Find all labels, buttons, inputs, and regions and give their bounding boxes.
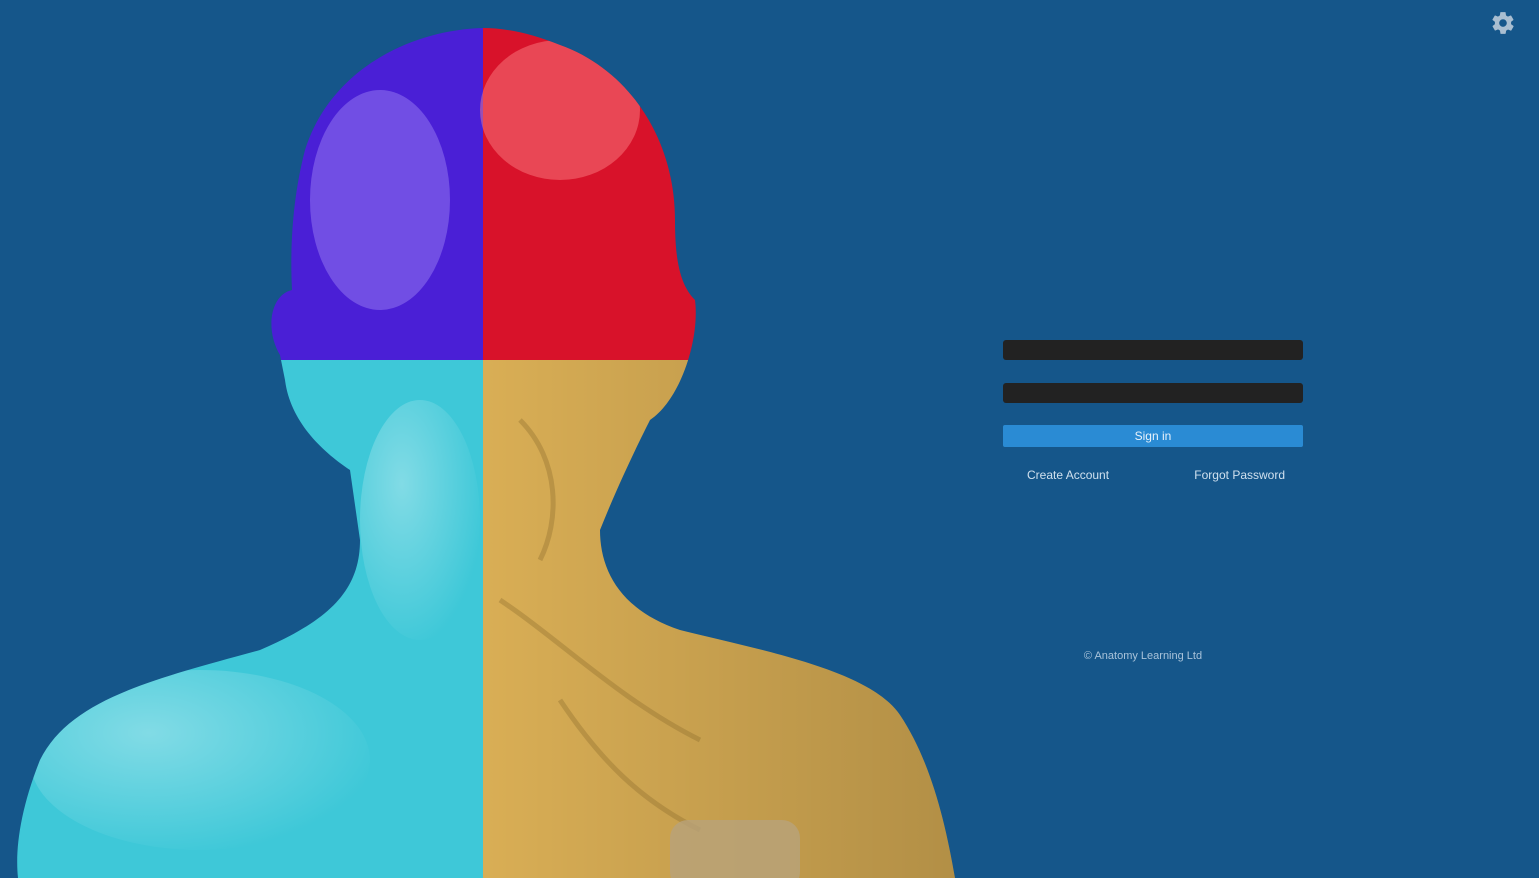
copyright-text: © Anatomy Learning Ltd bbox=[1083, 650, 1203, 662]
anatomy-figure-image bbox=[17, 28, 955, 878]
settings-button[interactable] bbox=[1488, 8, 1518, 38]
username-field[interactable] bbox=[1003, 340, 1303, 360]
forgot-password-link[interactable]: Forgot Password bbox=[1194, 468, 1285, 482]
gear-icon bbox=[1492, 12, 1514, 34]
sign-in-button[interactable]: Sign in bbox=[1003, 425, 1303, 447]
password-field[interactable] bbox=[1003, 383, 1303, 403]
account-links: Create Account Forgot Password bbox=[1003, 468, 1303, 482]
login-screen: Sign in Create Account Forgot Password ©… bbox=[0, 0, 1539, 878]
login-form: Sign in Create Account Forgot Password bbox=[1003, 340, 1303, 482]
create-account-link[interactable]: Create Account bbox=[1027, 468, 1109, 482]
